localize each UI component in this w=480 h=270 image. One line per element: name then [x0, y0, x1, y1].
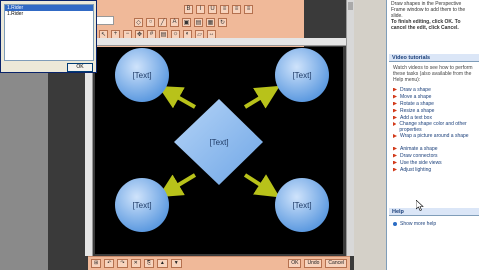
editor-bottom-toolbar: ⊞ ↶ ↷ ✕ ⎘ ▲ ▼ OK Undo Cancel — [88, 256, 350, 270]
pane-finish-text: To finish editing, click OK. To cancel t… — [391, 19, 461, 31]
pane-gutter — [354, 0, 386, 270]
list-item[interactable]: 1.Rider — [5, 11, 93, 17]
ok-button[interactable]: OK — [288, 259, 302, 268]
pane-intro: Draw shapes in the Perspective Frame win… — [391, 1, 477, 31]
arrow-top-left[interactable] — [158, 86, 196, 109]
diagram-svg: [Text] [Text] [Text] [Text] [Text] — [115, 48, 329, 232]
toolbar-row-top: B I U ≡ ≡ ≡ — [180, 3, 253, 15]
underline-icon[interactable]: U — [208, 4, 217, 14]
undo-button[interactable]: Undo — [304, 259, 323, 268]
tutorial-link-label: Adjust lighting — [400, 166, 432, 173]
fill-color-icon[interactable]: ▣ — [182, 17, 191, 27]
horizontal-ruler — [95, 38, 349, 46]
text-tool-icon[interactable]: A — [170, 17, 179, 27]
shadow-icon[interactable]: ▦ — [206, 17, 215, 27]
rotate-icon[interactable]: ↻ — [218, 17, 227, 27]
play-arrow-icon — [393, 167, 397, 172]
tutorial-link-label: Draw a shape — [400, 86, 431, 93]
tutorial-link-label: Rotate a shape — [400, 100, 434, 107]
tutorial-link-animate[interactable]: Animate a shape — [393, 145, 477, 152]
tutorial-link-sideviews[interactable]: Use the side views — [393, 159, 477, 166]
editor-vertical-scrollbar[interactable] — [346, 0, 354, 256]
play-arrow-icon — [393, 94, 397, 99]
circle-tool-icon[interactable]: ○ — [146, 17, 155, 27]
tutorial-link-rotate[interactable]: Rotate a shape — [393, 100, 477, 107]
tutorial-link-label: Draw connectors — [400, 152, 438, 159]
tutorial-link-lighting[interactable]: Adjust lighting — [393, 166, 477, 173]
play-arrow-icon — [393, 160, 397, 165]
help-header[interactable]: Help — [389, 208, 479, 216]
circle-bottom-left-label: [Text] — [132, 201, 151, 210]
tutorials-title: Video tutorials — [392, 55, 431, 61]
cancel-button[interactable]: Cancel — [325, 259, 347, 268]
tutorial-link-label: Move a shape — [400, 93, 432, 100]
toolbar-row-middle: ◇ ○ ╱ A ▣ ▤ ▦ ↻ — [130, 16, 227, 28]
tutorial-link-color[interactable]: Change shape color and other properties — [393, 121, 477, 133]
tutorial-link-move[interactable]: Move a shape — [393, 93, 477, 100]
dialog-ok-button[interactable]: OK — [67, 63, 93, 72]
pane-intro-text: Draw shapes in the Perspective Frame win… — [391, 1, 466, 19]
play-arrow-icon — [393, 101, 397, 106]
help-title: Help — [392, 209, 404, 215]
tutorials-desc: Watch videos to see how to perform these… — [393, 65, 473, 83]
redo-arrow-icon[interactable]: ↷ — [117, 259, 128, 268]
arrow-bottom-right[interactable] — [243, 173, 280, 198]
line-tool-icon[interactable]: ╱ — [158, 17, 167, 27]
snap-icon[interactable]: ⊞ — [91, 259, 102, 268]
tutorial-link-textbox[interactable]: Add a text box — [393, 114, 477, 121]
diamond-center-label: [Text] — [209, 138, 228, 147]
shape-tool-icon[interactable]: ◇ — [134, 17, 143, 27]
list-dialog: 1.Rider 1.Rider OK — [0, 0, 97, 73]
play-arrow-icon — [393, 122, 397, 126]
align-right-icon[interactable]: ≡ — [244, 4, 253, 14]
scrollbar-thumb[interactable] — [348, 2, 353, 10]
mouse-cursor-icon — [416, 200, 424, 211]
tutorial-link-connectors[interactable]: Draw connectors — [393, 152, 477, 159]
play-arrow-icon — [393, 134, 397, 138]
align-center-icon[interactable]: ≡ — [232, 4, 241, 14]
arrow-top-right[interactable] — [243, 85, 280, 109]
copy-icon[interactable]: ⎘ — [143, 259, 154, 268]
play-arrow-icon — [393, 153, 397, 158]
tutorials-header[interactable]: Video tutorials — [389, 54, 479, 62]
play-arrow-icon — [393, 115, 397, 120]
help-icon — [393, 221, 397, 226]
line-color-icon[interactable]: ▤ — [194, 17, 203, 27]
front-icon[interactable]: ▲ — [156, 259, 168, 268]
tutorial-link-label: Resize a shape — [400, 107, 435, 114]
circle-top-left-label: [Text] — [132, 71, 151, 80]
italic-icon[interactable]: I — [196, 4, 205, 14]
tutorial-link-label: Add a text box — [400, 114, 432, 121]
drawing-canvas[interactable]: [Text] [Text] [Text] [Text] [Text] — [95, 47, 343, 254]
help-link[interactable]: Show more help — [393, 220, 477, 227]
bold-icon[interactable]: B — [184, 4, 193, 14]
back-icon[interactable]: ▼ — [170, 259, 182, 268]
arrow-bottom-left[interactable] — [158, 173, 197, 198]
circle-bottom-right-label: [Text] — [292, 201, 311, 210]
tutorial-link-label: Use the side views — [400, 159, 442, 166]
tutorial-link-label: Animate a shape — [400, 145, 438, 152]
play-arrow-icon — [393, 87, 397, 92]
play-arrow-icon — [393, 108, 397, 113]
tutorial-link-label: Wrap a picture around a shape — [400, 133, 469, 139]
tutorial-link-resize[interactable]: Resize a shape — [393, 107, 477, 114]
undo-arrow-icon[interactable]: ↶ — [104, 259, 115, 268]
align-left-icon[interactable]: ≡ — [220, 4, 229, 14]
tutorial-link-draw[interactable]: Draw a shape — [393, 86, 477, 93]
delete-icon[interactable]: ✕ — [130, 259, 141, 268]
task-pane: Draw shapes in the Perspective Frame win… — [386, 0, 480, 270]
circle-top-right-label: [Text] — [292, 71, 311, 80]
help-link-label: Show more help — [400, 220, 437, 227]
help-body: Show more help — [393, 220, 477, 227]
dialog-listbox[interactable]: 1.Rider 1.Rider — [4, 4, 94, 61]
tutorials-body: Watch videos to see how to perform these… — [393, 65, 477, 173]
tutorial-link-wrap[interactable]: Wrap a picture around a shape — [393, 133, 477, 145]
play-arrow-icon — [393, 146, 397, 151]
tutorial-link-label: Change shape color and other properties — [399, 121, 467, 133]
